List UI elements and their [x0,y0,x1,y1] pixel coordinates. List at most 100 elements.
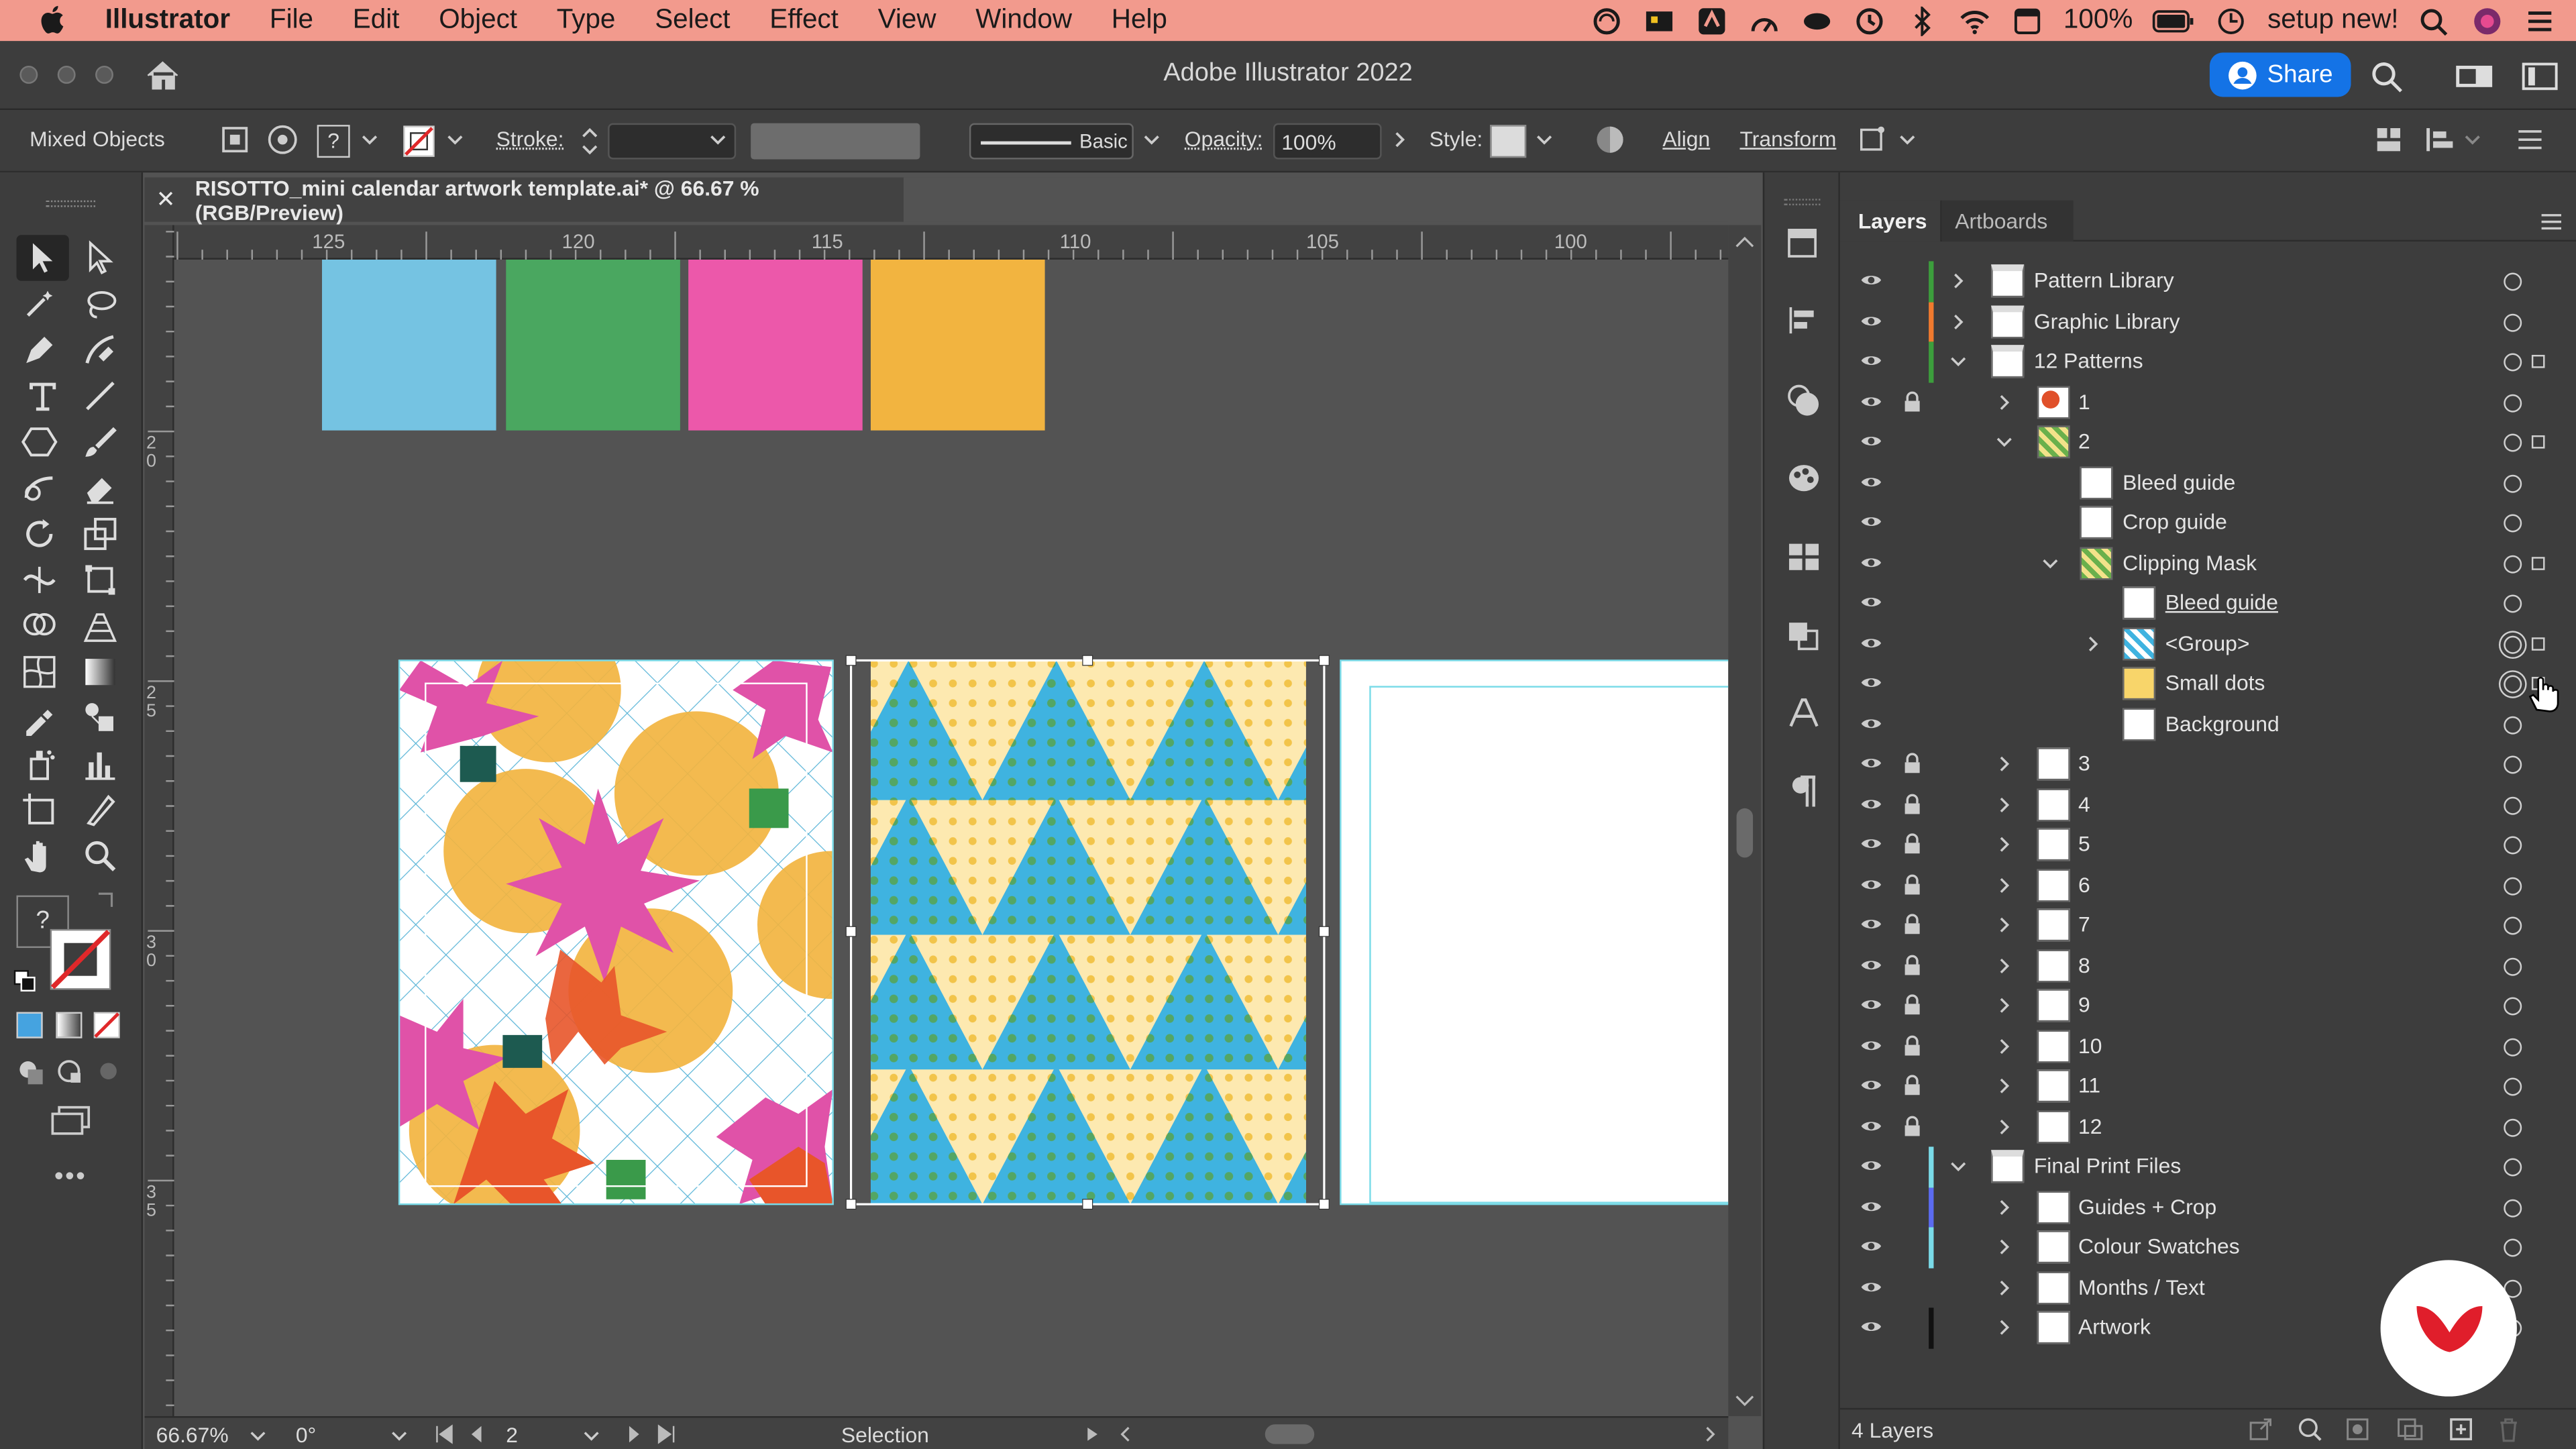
layer-row[interactable]: 4 [1840,784,2576,824]
blend-tool-icon[interactable] [82,700,118,736]
menu-view[interactable]: View [878,5,936,36]
scroll-thumb[interactable] [1736,808,1754,858]
user-name[interactable]: setup new! [2267,5,2398,36]
character-panel-icon[interactable] [1786,695,1822,731]
target-circle-icon[interactable] [2504,1238,2522,1257]
selection-tool-icon[interactable] [25,240,61,276]
layer-row[interactable]: 2 [1840,422,2576,462]
line-segment-tool-icon[interactable] [82,378,118,414]
target-circle-icon[interactable] [2504,1158,2522,1177]
visibility-eye-icon[interactable] [1860,432,1882,450]
none-mode-button[interactable] [93,1012,120,1038]
swatch-green[interactable] [506,259,680,431]
next-artboard-icon[interactable] [625,1424,644,1444]
delete-layer-icon[interactable] [2497,1416,2520,1442]
visibility-eye-icon[interactable] [1860,271,1882,289]
gradient-mode-button[interactable] [56,1012,83,1038]
target-circle-icon[interactable] [2504,514,2522,533]
visibility-eye-icon[interactable] [1860,352,1882,370]
graphic-style-swatch[interactable] [1490,125,1527,158]
tab-artboards[interactable]: Artboards [1941,200,2074,242]
layer-row[interactable]: Clipping Mask [1840,543,2576,583]
create-sublayer-icon[interactable] [2396,1416,2425,1442]
chevron-right-icon[interactable] [1998,796,2011,812]
layer-name[interactable]: Bleed guide [2123,469,2235,494]
target-circle-icon[interactable] [2504,313,2522,331]
distribute-icon[interactable] [2423,125,2456,154]
layer-name[interactable]: 9 [2078,992,2090,1017]
transform-link[interactable]: Transform [1739,127,1836,152]
pen-tool-icon[interactable] [21,332,58,368]
time-machine-icon[interactable] [1853,6,1886,36]
layer-row[interactable]: <Group> [1840,623,2576,663]
stroke-label[interactable]: Stroke: [496,127,564,152]
free-transform-tool-icon[interactable] [82,562,118,598]
lock-icon[interactable] [1902,914,1922,935]
chevron-down-icon[interactable] [250,1428,266,1444]
locate-object-icon[interactable] [2297,1416,2323,1442]
chevron-right-icon[interactable] [1998,1279,2011,1295]
scroll-right-icon[interactable] [1702,1426,1718,1442]
layer-row[interactable]: Pattern Library [1840,261,2576,302]
previous-artboard-icon[interactable] [467,1424,486,1444]
layer-name[interactable]: Crop guide [2123,509,2227,534]
layer-name[interactable]: Small dots [2165,670,2265,695]
layer-row[interactable]: Final Print Files [1840,1146,2576,1187]
layer-name[interactable]: Background [2165,710,2279,735]
control-center-icon[interactable] [2524,6,2557,36]
visibility-eye-icon[interactable] [1860,1157,1882,1175]
artboard-1[interactable] [399,618,905,1216]
chevron-right-icon[interactable] [1998,1239,2011,1255]
selection-indicator[interactable] [2531,555,2545,570]
chevron-right-icon[interactable] [1998,1118,2011,1134]
swatch-pink[interactable] [688,259,863,431]
swatch-orange[interactable] [870,259,1045,431]
target-circle-icon[interactable] [2504,796,2522,814]
draw-inside-icon[interactable] [95,1058,121,1084]
wifi-icon[interactable] [1958,6,1991,36]
artboard-tool-icon[interactable] [21,792,58,828]
menu-type[interactable]: Type [557,5,616,36]
color-guide-panel-icon[interactable] [1786,462,1822,494]
stroke-stepper[interactable] [580,125,599,158]
siri-icon[interactable] [2471,6,2504,36]
menu-help[interactable]: Help [1112,5,1167,36]
target-circle-icon[interactable] [2504,997,2522,1016]
opacity-field[interactable]: 100% [1273,123,1382,160]
menu-object[interactable]: Object [439,5,517,36]
spotlight-icon[interactable] [2418,6,2451,36]
lock-icon[interactable] [1902,873,1922,895]
lock-icon[interactable] [1902,994,1922,1016]
artboard-2[interactable] [835,660,1426,1205]
document-tab[interactable]: ✕ RISOTTO_mini calendar artwork template… [144,175,904,224]
artwork[interactable] [174,259,1729,1416]
layer-name[interactable]: Graphic Library [2034,308,2180,333]
visibility-eye-icon[interactable] [1860,1036,1882,1054]
chevron-down-icon[interactable] [447,131,463,148]
chevron-down-icon[interactable] [1144,131,1160,148]
rotation-value[interactable]: 0° [296,1423,316,1448]
bluetooth-icon[interactable] [1906,5,1939,36]
layer-name[interactable]: 4 [2078,791,2090,816]
opacity-label[interactable]: Opacity: [1185,127,1263,152]
layer-row[interactable]: 9 [1840,985,2576,1026]
target-circle-icon[interactable] [2504,1198,2522,1217]
layer-row[interactable]: 10 [1840,1026,2576,1066]
visibility-eye-icon[interactable] [1860,311,1882,329]
swatches-panel-icon[interactable] [1786,541,1822,574]
lock-icon[interactable] [1902,1075,1922,1096]
lock-icon[interactable] [1902,753,1922,774]
target-circle-icon[interactable] [2504,916,2522,935]
width-tool-icon[interactable] [21,562,58,598]
vpn-icon[interactable] [1801,6,1833,36]
pathfinder-panel-icon[interactable] [1786,619,1822,652]
layer-row[interactable]: 5 [1840,824,2576,865]
lock-icon[interactable] [1902,833,1922,855]
target-circle-icon[interactable] [2504,957,2522,975]
visibility-eye-icon[interactable] [1860,1277,1882,1295]
lock-icon[interactable] [1902,390,1922,412]
visibility-eye-icon[interactable] [1860,1116,1882,1134]
column-graph-tool-icon[interactable] [82,746,118,782]
layer-name[interactable]: Colour Swatches [2078,1234,2240,1258]
chevron-right-icon[interactable] [1998,917,2011,933]
